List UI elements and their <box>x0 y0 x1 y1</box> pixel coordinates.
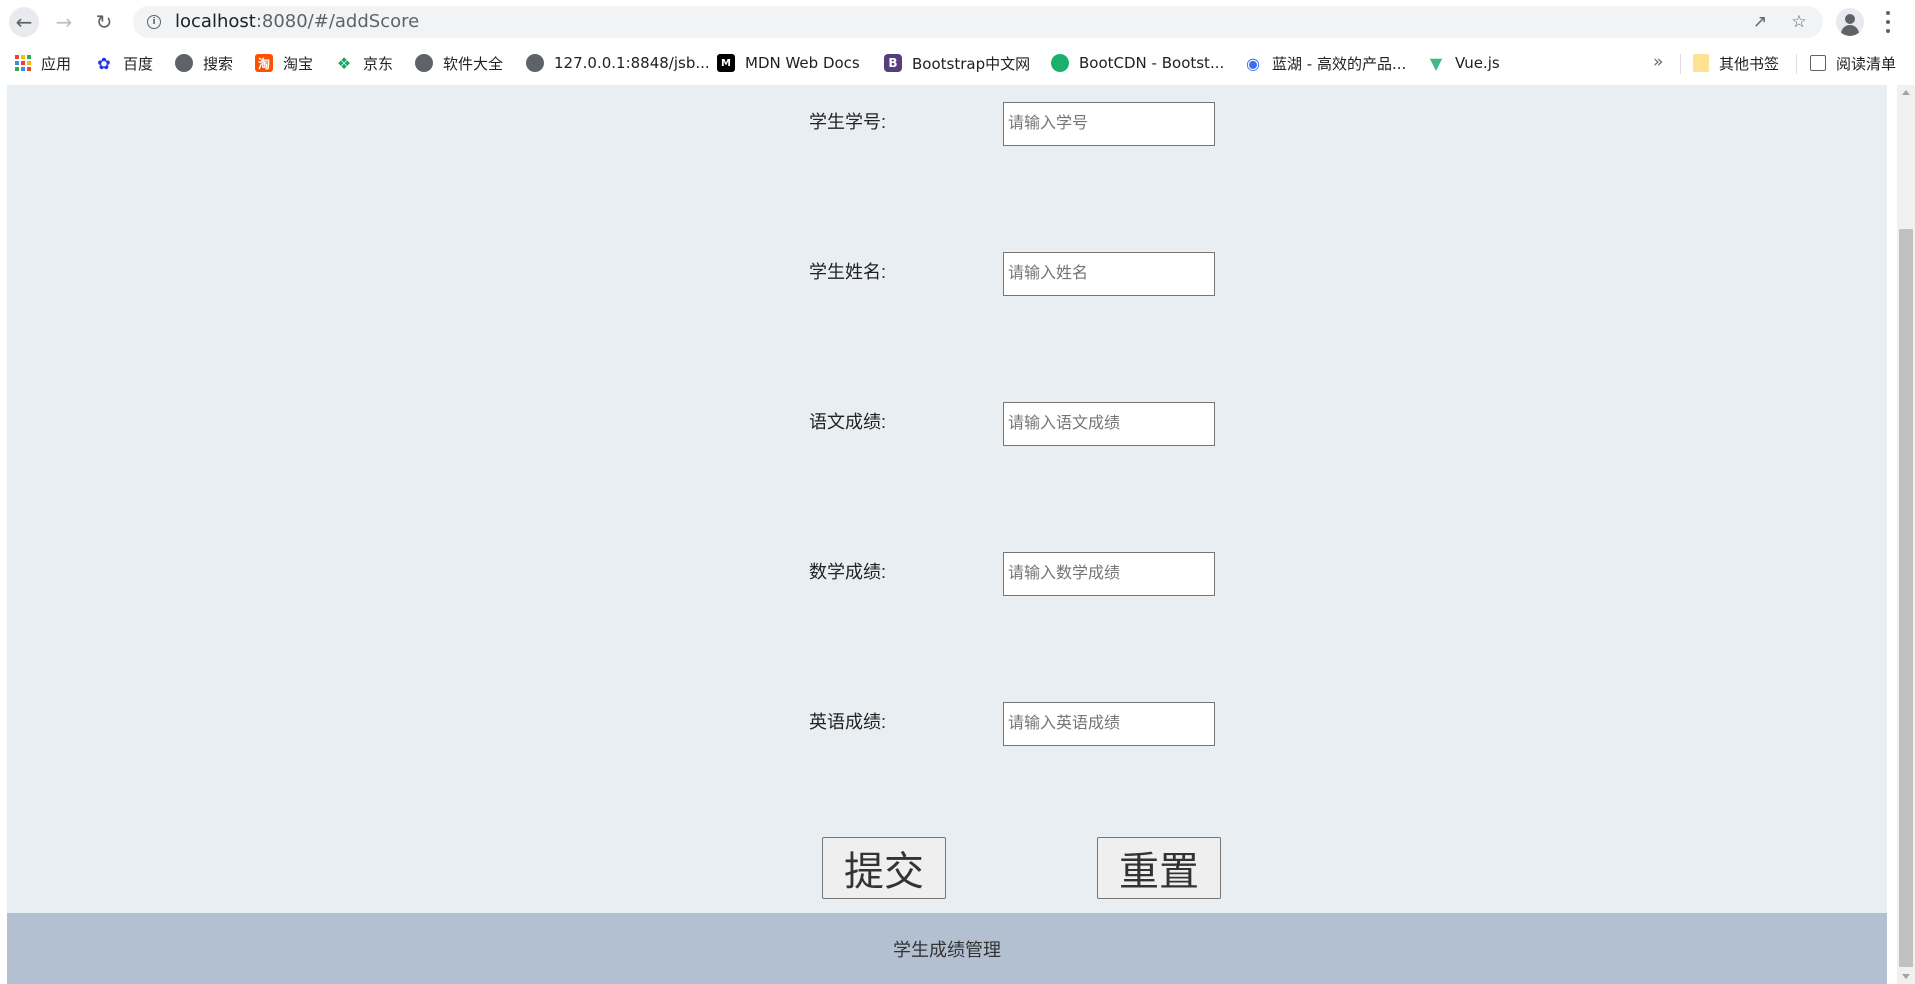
forward-arrow-icon[interactable]: → <box>49 7 79 37</box>
bookmark-bootstrap[interactable]: B Bootstrap中文网 <box>884 44 1030 82</box>
globe-icon <box>175 54 193 72</box>
bookmark-other-folder[interactable]: 其他书签 <box>1693 44 1779 82</box>
bootcdn-icon <box>1051 54 1069 72</box>
scroll-up-arrow-icon[interactable] <box>1902 90 1910 95</box>
apps-grid-icon <box>15 55 31 71</box>
address-url[interactable]: localhost:8080/#/addScore <box>175 6 419 38</box>
bookmark-label: 京东 <box>363 54 394 73</box>
share-icon[interactable]: ↗ <box>1749 12 1771 32</box>
chinese-score-label: 语文成绩: <box>809 412 887 432</box>
bookmark-search[interactable]: 搜索 <box>175 44 233 82</box>
student-id-input[interactable] <box>1003 102 1215 146</box>
profile-avatar-icon[interactable] <box>1836 8 1864 36</box>
globe-icon <box>526 54 544 72</box>
chinese-score-input[interactable] <box>1003 402 1215 446</box>
form-row-student-name: 学生姓名: <box>7 252 1887 298</box>
site-info-icon[interactable]: i <box>147 15 161 29</box>
vue-icon: ▼ <box>1429 53 1443 73</box>
reading-list-icon <box>1810 55 1826 71</box>
bookmark-label: 百度 <box>123 54 154 73</box>
bookmark-mdn[interactable]: M MDN Web Docs <box>717 44 860 82</box>
page-footer: 学生成绩管理 <box>7 913 1887 984</box>
student-name-label: 学生姓名: <box>809 262 887 282</box>
student-id-label: 学生学号: <box>809 112 887 132</box>
bookmarks-divider <box>1796 54 1797 74</box>
bookmark-taobao[interactable]: 淘 淘宝 <box>255 44 313 82</box>
reset-button[interactable]: 重置 <box>1097 837 1221 899</box>
url-path: :8080/#/addScore <box>255 11 420 32</box>
bookmark-label: 淘宝 <box>283 54 314 73</box>
bookmark-baidu[interactable]: ✿ 百度 <box>95 44 153 82</box>
bookmark-label: 127.0.0.1:8848/jsb... <box>554 54 710 72</box>
bookmark-local-jsb[interactable]: 127.0.0.1:8848/jsb... <box>526 44 710 82</box>
address-bar[interactable]: i localhost:8080/#/addScore ↗ ☆ <box>133 6 1823 38</box>
english-score-input[interactable] <box>1003 702 1215 746</box>
bookmark-label: 应用 <box>41 54 72 73</box>
bookmark-label: 其他书签 <box>1719 54 1780 73</box>
english-score-label: 英语成绩: <box>809 712 887 732</box>
mdn-icon: M <box>717 54 735 72</box>
bootstrap-icon: B <box>884 54 902 72</box>
bookmark-apps[interactable]: 应用 <box>15 44 71 82</box>
bookmark-label: 阅读清单 <box>1836 54 1897 73</box>
bookmark-label: MDN Web Docs <box>745 54 860 72</box>
browser-toolbar: ← → ↻ i localhost:8080/#/addScore ↗ ☆ <box>0 0 1915 44</box>
bookmark-jd[interactable]: ❖ 京东 <box>335 44 393 82</box>
star-bookmark-icon[interactable]: ☆ <box>1788 12 1810 32</box>
scrollbar-thumb[interactable] <box>1899 229 1913 967</box>
math-score-label: 数学成绩: <box>809 562 887 582</box>
bookmarks-divider <box>1680 54 1681 74</box>
lanhu-icon: ◉ <box>1246 53 1260 73</box>
reload-icon[interactable]: ↻ <box>89 7 119 37</box>
globe-icon <box>415 54 433 72</box>
form-row-math-score: 数学成绩: <box>7 552 1887 598</box>
math-score-input[interactable] <box>1003 552 1215 596</box>
bookmark-lanhu[interactable]: ◉ 蓝湖 - 高效的产品... <box>1244 44 1406 82</box>
form-row-student-id: 学生学号: <box>7 102 1887 148</box>
scroll-down-arrow-icon[interactable] <box>1902 974 1910 979</box>
vertical-scrollbar[interactable] <box>1897 85 1915 984</box>
bookmark-label: Bootstrap中文网 <box>912 54 1031 73</box>
bookmark-label: 蓝湖 - 高效的产品... <box>1272 54 1407 73</box>
student-name-input[interactable] <box>1003 252 1215 296</box>
bookmark-label: 搜索 <box>203 54 234 73</box>
more-bookmarks-chevron-icon[interactable]: » <box>1653 52 1663 72</box>
baidu-paw-icon: ✿ <box>97 53 111 73</box>
bookmark-label: BootCDN - Bootst... <box>1079 54 1225 72</box>
bookmarks-bar: 应用 ✿ 百度 搜索 淘 淘宝 ❖ 京东 软件大全 127.0.0.1:8848… <box>0 44 1915 86</box>
bookmark-label: 软件大全 <box>443 54 504 73</box>
footer-title: 学生成绩管理 <box>893 939 1001 960</box>
form-row-english-score: 英语成绩: <box>7 702 1887 748</box>
folder-icon <box>1693 54 1709 72</box>
taobao-icon: 淘 <box>255 54 273 72</box>
browser-menu-icon[interactable] <box>1882 9 1894 35</box>
bookmark-label: Vue.js <box>1455 54 1500 72</box>
bookmark-bootcdn[interactable]: BootCDN - Bootst... <box>1051 44 1224 82</box>
url-host: localhost <box>175 11 256 32</box>
bookmark-software[interactable]: 软件大全 <box>415 44 503 82</box>
bookmark-vue[interactable]: ▼ Vue.js <box>1427 44 1500 82</box>
reading-list[interactable]: 阅读清单 <box>1810 44 1896 82</box>
form-row-chinese-score: 语文成绩: <box>7 402 1887 448</box>
jd-icon: ❖ <box>336 53 352 73</box>
submit-button[interactable]: 提交 <box>822 837 946 899</box>
add-score-page: 学生学号: 学生姓名: 语文成绩: 数学成绩: 英语成绩: 提交 重置 学生成绩… <box>7 85 1887 984</box>
page-viewport: 学生学号: 学生姓名: 语文成绩: 数学成绩: 英语成绩: 提交 重置 学生成绩… <box>0 85 1897 984</box>
back-arrow-icon[interactable]: ← <box>9 7 39 37</box>
